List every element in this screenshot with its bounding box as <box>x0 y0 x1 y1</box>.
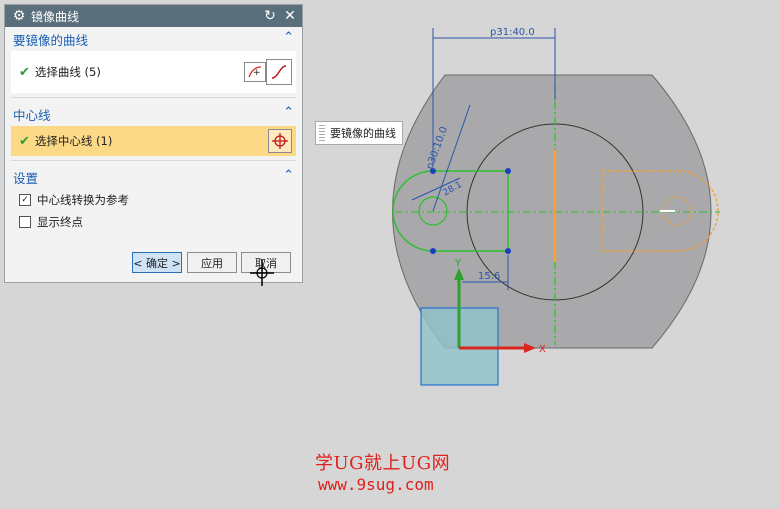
section-centerline-title: 中心线 <box>13 107 51 123</box>
check-icon: ✔ <box>19 64 30 80</box>
ok-button[interactable]: < 确定 > <box>132 252 182 273</box>
node <box>505 248 511 254</box>
curve-icon[interactable] <box>266 59 292 85</box>
watermark-title: 学UG就上UG网 <box>315 453 451 474</box>
chevron-up-icon[interactable]: ⌃ <box>283 105 294 120</box>
section-curve-title: 要镜像的曲线 <box>13 32 89 48</box>
svg-text:+: + <box>253 68 261 78</box>
chevron-up-icon[interactable]: ⌃ <box>283 168 294 183</box>
divider <box>11 97 296 98</box>
dim-top-label: p31:40.0 <box>490 27 535 38</box>
selection-callout: 要镜像的曲线 <box>315 121 403 145</box>
checkbox-unchecked[interactable] <box>19 216 31 228</box>
section-settings-title: 设置 <box>13 170 39 186</box>
dialog-title: 镜像曲线 <box>31 9 80 24</box>
move-cursor-icon <box>250 260 274 286</box>
section-settings-header[interactable]: 设置 ⌃ <box>5 165 302 189</box>
checkbox-checked[interactable]: ✓ <box>19 194 31 206</box>
select-centerline-row[interactable]: ✔ 选择中心线 (1) <box>11 126 296 156</box>
section-centerline-body: ✔ 选择中心线 (1) <box>11 126 296 156</box>
curve-select-icon[interactable]: + <box>244 62 266 82</box>
section-settings-body: ✓ 中心线转换为参考 显示终点 <box>11 189 296 233</box>
y-axis-label: Y <box>454 258 462 269</box>
watermark-url: www.9sug.com <box>318 475 434 494</box>
check-icon: ✔ <box>19 133 30 149</box>
dim-bottom-label: 15.6 <box>478 271 500 282</box>
divider <box>11 160 296 161</box>
node <box>505 168 511 174</box>
option-show-endpoints[interactable]: 显示终点 <box>11 211 296 233</box>
grip-icon <box>319 125 325 141</box>
apply-button[interactable]: 应用 <box>187 252 237 273</box>
option1-label: 中心线转换为参考 <box>37 193 129 207</box>
crosshair-icon[interactable] <box>268 129 292 153</box>
select-curve-row[interactable]: ✔ 选择曲线 (5) + <box>11 51 296 93</box>
x-axis-label: X <box>539 344 546 355</box>
mirror-curve-dialog: ⚙ 镜像曲线 ↻ ✕ 要镜像的曲线 ⌃ ✔ 选择曲线 (5) + 中心线 ⌃ ✔… <box>4 4 303 283</box>
option-centerline-reference[interactable]: ✓ 中心线转换为参考 <box>11 189 296 211</box>
select-curve-label: 选择曲线 (5) <box>34 65 101 79</box>
reset-icon[interactable]: ↻ <box>262 8 278 24</box>
option2-label: 显示终点 <box>37 215 83 229</box>
close-icon[interactable]: ✕ <box>282 8 298 24</box>
section-curve-header[interactable]: 要镜像的曲线 ⌃ <box>5 27 302 51</box>
dialog-titlebar[interactable]: ⚙ 镜像曲线 ↻ ✕ <box>5 5 302 27</box>
select-centerline-label: 选择中心线 (1) <box>34 134 113 148</box>
node <box>430 248 436 254</box>
section-curve-body: ✔ 选择曲线 (5) + <box>11 51 296 93</box>
callout-text: 要镜像的曲线 <box>330 127 396 140</box>
chevron-up-icon[interactable]: ⌃ <box>283 30 294 45</box>
section-centerline-header[interactable]: 中心线 ⌃ <box>5 102 302 126</box>
gear-icon: ⚙ <box>12 8 26 24</box>
